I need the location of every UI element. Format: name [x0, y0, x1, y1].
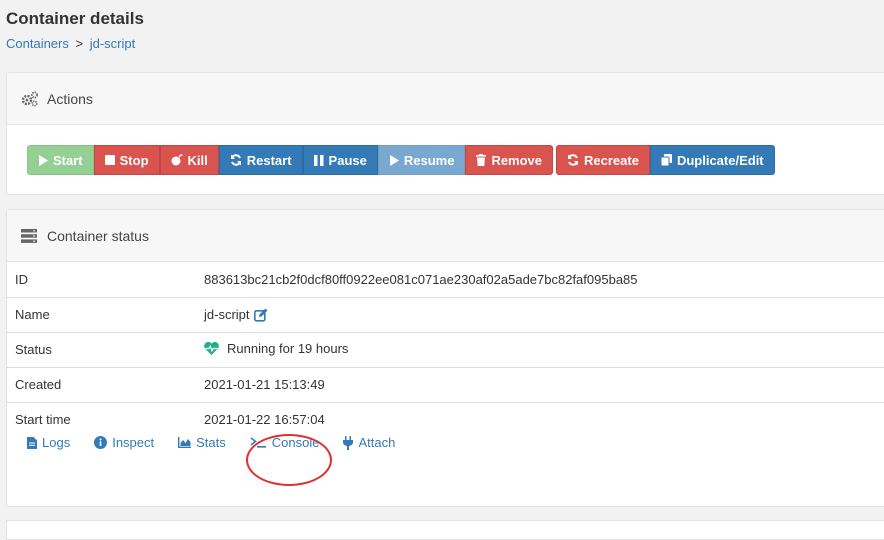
container-name-cell: jd-script: [196, 296, 884, 332]
pause-button[interactable]: Pause: [302, 145, 378, 175]
resume-label: Resume: [403, 152, 455, 168]
row-key-id: ID: [15, 271, 28, 287]
stop-label: Stop: [119, 152, 149, 168]
duplicate-edit-label: Duplicate/Edit: [676, 152, 764, 168]
stats-link[interactable]: Stats: [178, 435, 226, 450]
row-key-status: Status: [7, 331, 196, 367]
inspect-link[interactable]: Inspect: [94, 435, 154, 450]
duplicate-edit-button[interactable]: Duplicate/Edit: [649, 145, 775, 175]
lifecycle-button-group: Start Stop Kill Restart Pause Resume Rem…: [27, 145, 554, 175]
plug-icon: [343, 435, 354, 450]
breadcrumb-separator: >: [75, 36, 84, 51]
stop-button[interactable]: Stop: [93, 145, 160, 175]
remove-label: Remove: [491, 152, 543, 168]
bomb-icon: [171, 154, 183, 166]
restart-label: Restart: [246, 152, 292, 168]
attach-link[interactable]: Attach: [343, 435, 395, 450]
actions-title: Actions: [47, 90, 93, 107]
page-title: Container details: [6, 9, 144, 28]
table-row: Start time 2021-01-22 16:57:04: [7, 401, 884, 437]
start-label: Start: [53, 152, 83, 168]
pause-label: Pause: [328, 152, 367, 168]
status-table: ID 883613bc21cb2f0dcf80ff0922ee081c071ae…: [7, 262, 884, 437]
inspect-label: Inspect: [112, 435, 155, 450]
container-status-cell: Running for 19 hours: [196, 331, 884, 367]
breadcrumb: Containers > jd-script: [6, 36, 878, 52]
kill-button[interactable]: Kill: [159, 145, 219, 175]
start-time-value: 2021-01-22 16:57:04: [196, 401, 884, 437]
container-status-header: Container status: [7, 210, 884, 262]
table-row: Status Running for 19 hours: [7, 331, 884, 367]
breadcrumb-containers-link[interactable]: Containers: [6, 36, 69, 51]
server-icon: [21, 227, 39, 245]
next-panel-edge: [6, 520, 884, 540]
table-row: Created 2021-01-21 15:13:49: [7, 366, 884, 402]
stats-label: Stats: [196, 435, 226, 450]
stop-icon: [104, 155, 115, 165]
recreate-button[interactable]: Recreate: [556, 145, 650, 175]
edit-name-icon[interactable]: [253, 308, 268, 322]
restart-button[interactable]: Restart: [218, 145, 303, 175]
logs-label: Logs: [42, 435, 71, 450]
copy-icon: [660, 154, 672, 166]
breadcrumb-current-link[interactable]: jd-script: [90, 36, 136, 51]
container-status-title: Container status: [47, 227, 149, 244]
resume-button[interactable]: Resume: [377, 145, 466, 175]
container-status-panel: Container status ID 883613bc21cb2f0dcf80…: [6, 209, 884, 507]
created-value: 2021-01-21 15:13:49: [196, 366, 884, 402]
actions-panel: Actions Start Stop Kill Restart Pause Re…: [6, 72, 884, 195]
container-status-value: Running for 19 hours: [227, 341, 349, 356]
play-icon: [389, 154, 399, 166]
container-name-value: jd-script: [204, 307, 250, 322]
refresh-icon: [230, 154, 242, 166]
logs-link[interactable]: Logs: [27, 435, 70, 450]
row-key-name: Name: [7, 296, 196, 332]
actions-header: Actions: [7, 73, 884, 125]
pause-icon: [313, 154, 324, 166]
row-key-created: Created: [7, 366, 196, 402]
container-links: Logs Inspect Stats Console Attach: [27, 435, 419, 450]
info-circle-icon: [94, 436, 108, 449]
recreate-button-group: Recreate Duplicate/Edit: [556, 145, 775, 175]
annotation-circle: [246, 434, 332, 486]
remove-button[interactable]: Remove: [465, 145, 554, 175]
cogs-icon: [21, 90, 39, 108]
refresh-icon: [567, 154, 579, 166]
table-row: Name jd-script: [7, 296, 884, 332]
row-key-start-time: Start time: [7, 401, 196, 437]
heartbeat-icon: [204, 342, 219, 355]
area-chart-icon: [178, 437, 192, 448]
file-text-icon: [27, 436, 37, 449]
table-row: ID 883613bc21cb2f0dcf80ff0922ee081c071ae…: [7, 262, 884, 297]
page-header: Container details Containers > jd-script: [0, 0, 884, 52]
trash-icon: [476, 154, 487, 166]
container-id-value: 883613bc21cb2f0dcf80ff0922ee081c071ae230…: [204, 271, 638, 287]
kill-label: Kill: [187, 152, 208, 168]
attach-label: Attach: [358, 435, 396, 450]
recreate-label: Recreate: [584, 152, 639, 168]
play-icon: [38, 154, 48, 166]
start-button[interactable]: Start: [27, 145, 94, 175]
actions-toolbar: Start Stop Kill Restart Pause Resume Rem…: [27, 145, 778, 175]
